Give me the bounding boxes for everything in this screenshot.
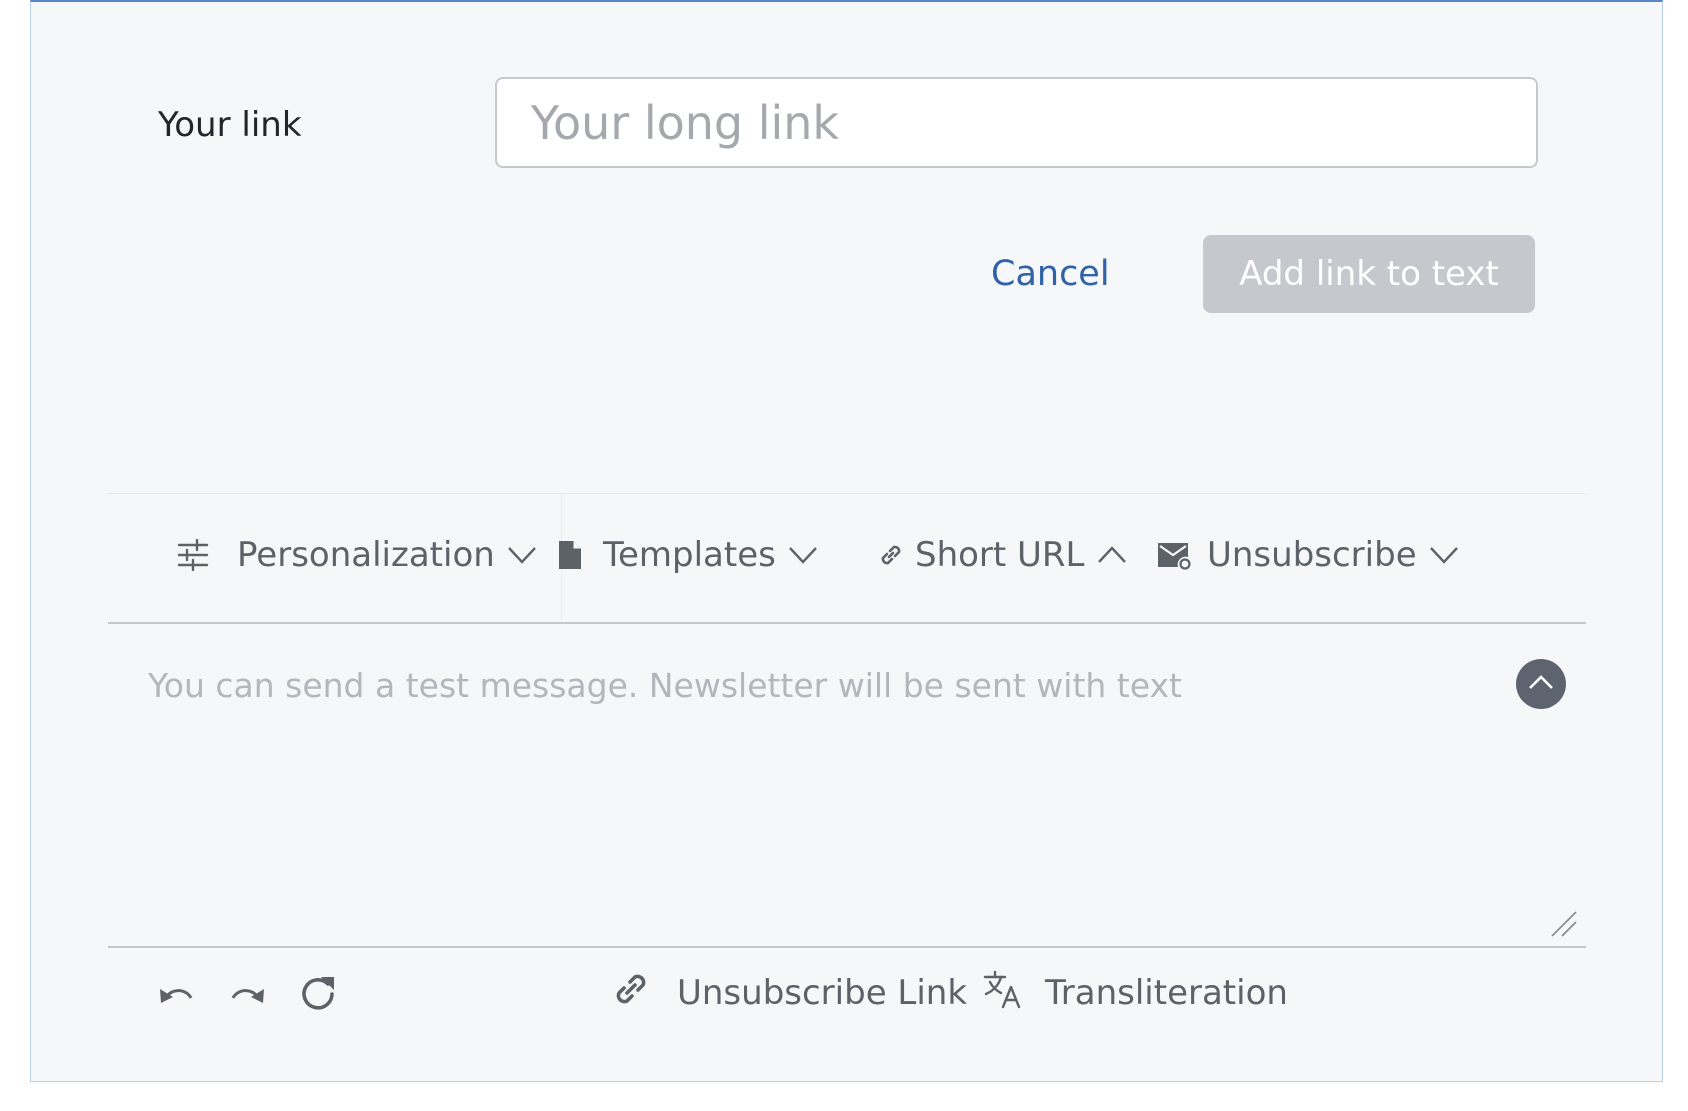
translate-icon xyxy=(983,969,1023,1018)
mail-unsubscribe-icon xyxy=(1157,540,1191,570)
resize-handle-icon[interactable] xyxy=(1550,910,1578,938)
link-icon xyxy=(611,969,651,1018)
add-link-to-text-button[interactable]: Add link to text xyxy=(1203,235,1535,313)
toolbar-top-divider xyxy=(108,493,1586,494)
short-url-label: Short URL xyxy=(915,535,1085,575)
transliteration-button[interactable]: Transliteration xyxy=(983,970,1288,1016)
document-icon xyxy=(557,539,583,571)
chevron-down-icon xyxy=(1429,545,1459,565)
unsubscribe-link-label: Unsubscribe Link xyxy=(677,973,968,1013)
editor-placeholder: You can send a test message. Newsletter … xyxy=(148,666,1182,705)
link-icon xyxy=(877,541,905,569)
short-url-dropdown[interactable]: Short URL xyxy=(877,532,1127,578)
editor-bottom-border xyxy=(108,946,1586,948)
long-link-input[interactable] xyxy=(495,77,1538,168)
unsubscribe-label: Unsubscribe xyxy=(1207,535,1417,575)
chevron-up-icon xyxy=(1097,545,1127,565)
collapse-button[interactable] xyxy=(1516,659,1566,709)
unsubscribe-dropdown[interactable]: Unsubscribe xyxy=(1157,532,1459,578)
sliders-icon xyxy=(177,539,209,571)
link-editor-panel: Your link Cancel Add link to text Person… xyxy=(30,0,1663,1082)
chevron-up-icon xyxy=(1528,674,1554,694)
templates-dropdown[interactable]: Templates xyxy=(557,532,818,578)
redo-icon[interactable] xyxy=(227,972,269,1014)
link-label: Your link xyxy=(158,105,302,145)
refresh-icon[interactable] xyxy=(297,972,339,1014)
transliteration-label: Transliteration xyxy=(1045,973,1288,1013)
cancel-button[interactable]: Cancel xyxy=(991,254,1110,294)
unsubscribe-link-button[interactable]: Unsubscribe Link xyxy=(611,970,967,1016)
personalization-dropdown[interactable]: Personalization xyxy=(177,532,537,578)
templates-label: Templates xyxy=(603,535,776,575)
chevron-down-icon xyxy=(507,545,537,565)
undo-icon[interactable] xyxy=(155,972,197,1014)
chevron-down-icon xyxy=(788,545,818,565)
personalization-label: Personalization xyxy=(237,535,495,575)
message-editor[interactable]: You can send a test message. Newsletter … xyxy=(108,624,1586,946)
